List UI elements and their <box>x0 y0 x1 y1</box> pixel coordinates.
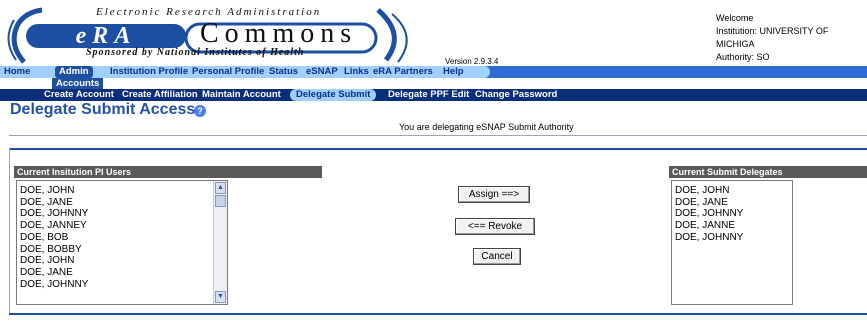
list-item[interactable]: DOE, JANE <box>672 197 792 209</box>
page-subtitle: You are delegating eSNAP Submit Authorit… <box>399 122 574 132</box>
assign-button[interactable]: Assign ==> <box>458 186 530 203</box>
secondary-nav: Create Account Create Affiliation Mainta… <box>0 89 867 101</box>
list-item[interactable]: DOE, JOHN <box>17 255 227 267</box>
list-item[interactable]: DOE, BOB <box>17 232 227 244</box>
nav-personal-profile[interactable]: Personal Profile <box>192 66 264 78</box>
nav-links[interactable]: Links <box>344 66 369 78</box>
nav-era-partners[interactable]: eRA Partners <box>373 66 433 78</box>
revoke-button[interactable]: <== Revoke <box>455 218 535 235</box>
pi-users-listbox[interactable]: DOE, JOHN DOE, JANE DOE, JOHNNY DOE, JAN… <box>16 180 228 305</box>
logo-tagline-top: Electronic Research Administration <box>96 6 322 18</box>
main-nav: Home Admin Institution Profile Personal … <box>0 66 490 78</box>
nav-help[interactable]: Help <box>443 66 464 78</box>
nav-esnap[interactable]: eSNAP <box>306 66 338 78</box>
question-circle-icon[interactable]: ? <box>194 105 206 117</box>
divider-form-bottom <box>9 313 867 315</box>
tab-delegate-ppf-edit[interactable]: Delegate PPF Edit <box>388 89 469 101</box>
nav-sub-accounts[interactable]: Accounts <box>52 78 104 89</box>
divider-form-top <box>9 148 867 150</box>
tab-create-affiliation[interactable]: Create Affiliation <box>122 89 198 101</box>
user-info: Welcome Institution: UNIVERSITY OF MICHI… <box>716 12 867 64</box>
authority-text: Authority: SO <box>716 52 770 62</box>
left-panel-header: Current Insitution PI Users <box>14 166 322 178</box>
logo-tagline-bottom: Sponsored by National Institutes of Heal… <box>86 47 305 58</box>
welcome-text: Welcome <box>716 13 754 23</box>
tab-maintain-account[interactable]: Maintain Account <box>202 89 281 101</box>
divider-top <box>9 135 867 136</box>
list-item[interactable]: DOE, JANE <box>17 197 227 209</box>
nav-status[interactable]: Status <box>269 66 298 78</box>
commons-logo-text: Commons <box>200 18 358 49</box>
scroll-down-icon[interactable]: ▼ <box>215 291 226 303</box>
tab-delegate-submit[interactable]: Delegate Submit <box>290 89 377 101</box>
page-title: Delegate Submit Access <box>10 101 196 118</box>
list-item[interactable]: DOE, JOHNNY <box>17 279 227 291</box>
list-scrollbar[interactable]: ▲ ▼ <box>213 181 227 304</box>
submit-delegates-listbox[interactable]: DOE, JOHN DOE, JANE DOE, JOHNNY DOE, JAN… <box>671 180 793 305</box>
nav-institution-profile[interactable]: Institution Profile <box>110 66 188 78</box>
list-item[interactable]: DOE, BOBBY <box>17 244 227 256</box>
nav-home[interactable]: Home <box>4 66 30 78</box>
list-item[interactable]: DOE, JOHNNY <box>17 208 227 220</box>
list-item[interactable]: DOE, JOHNNY <box>672 232 792 244</box>
right-panel-header: Current Submit Delegates <box>669 166 867 178</box>
list-item[interactable]: DOE, JOHN <box>672 181 792 197</box>
scroll-thumb[interactable] <box>215 195 226 207</box>
cancel-button[interactable]: Cancel <box>473 248 521 265</box>
list-item[interactable]: DOE, JANE <box>17 267 227 279</box>
list-item[interactable]: DOE, JOHNNY <box>672 208 792 220</box>
nav-admin[interactable]: Admin <box>55 66 93 78</box>
era-logo-pill: eRA <box>26 24 186 48</box>
form-left-border <box>9 148 10 315</box>
tab-create-account[interactable]: Create Account <box>44 89 114 101</box>
version-label: Version 2.9.3.4 <box>445 57 499 66</box>
list-item[interactable]: DOE, JOHN <box>17 181 227 197</box>
list-item[interactable]: DOE, JANNE <box>672 220 792 232</box>
era-logo-text: eRA <box>75 23 137 49</box>
scroll-up-icon[interactable]: ▲ <box>215 182 226 194</box>
institution-text: Institution: UNIVERSITY OF MICHIGA <box>716 26 829 49</box>
tab-change-password[interactable]: Change Password <box>475 89 557 101</box>
list-item[interactable]: DOE, JANNEY <box>17 220 227 232</box>
